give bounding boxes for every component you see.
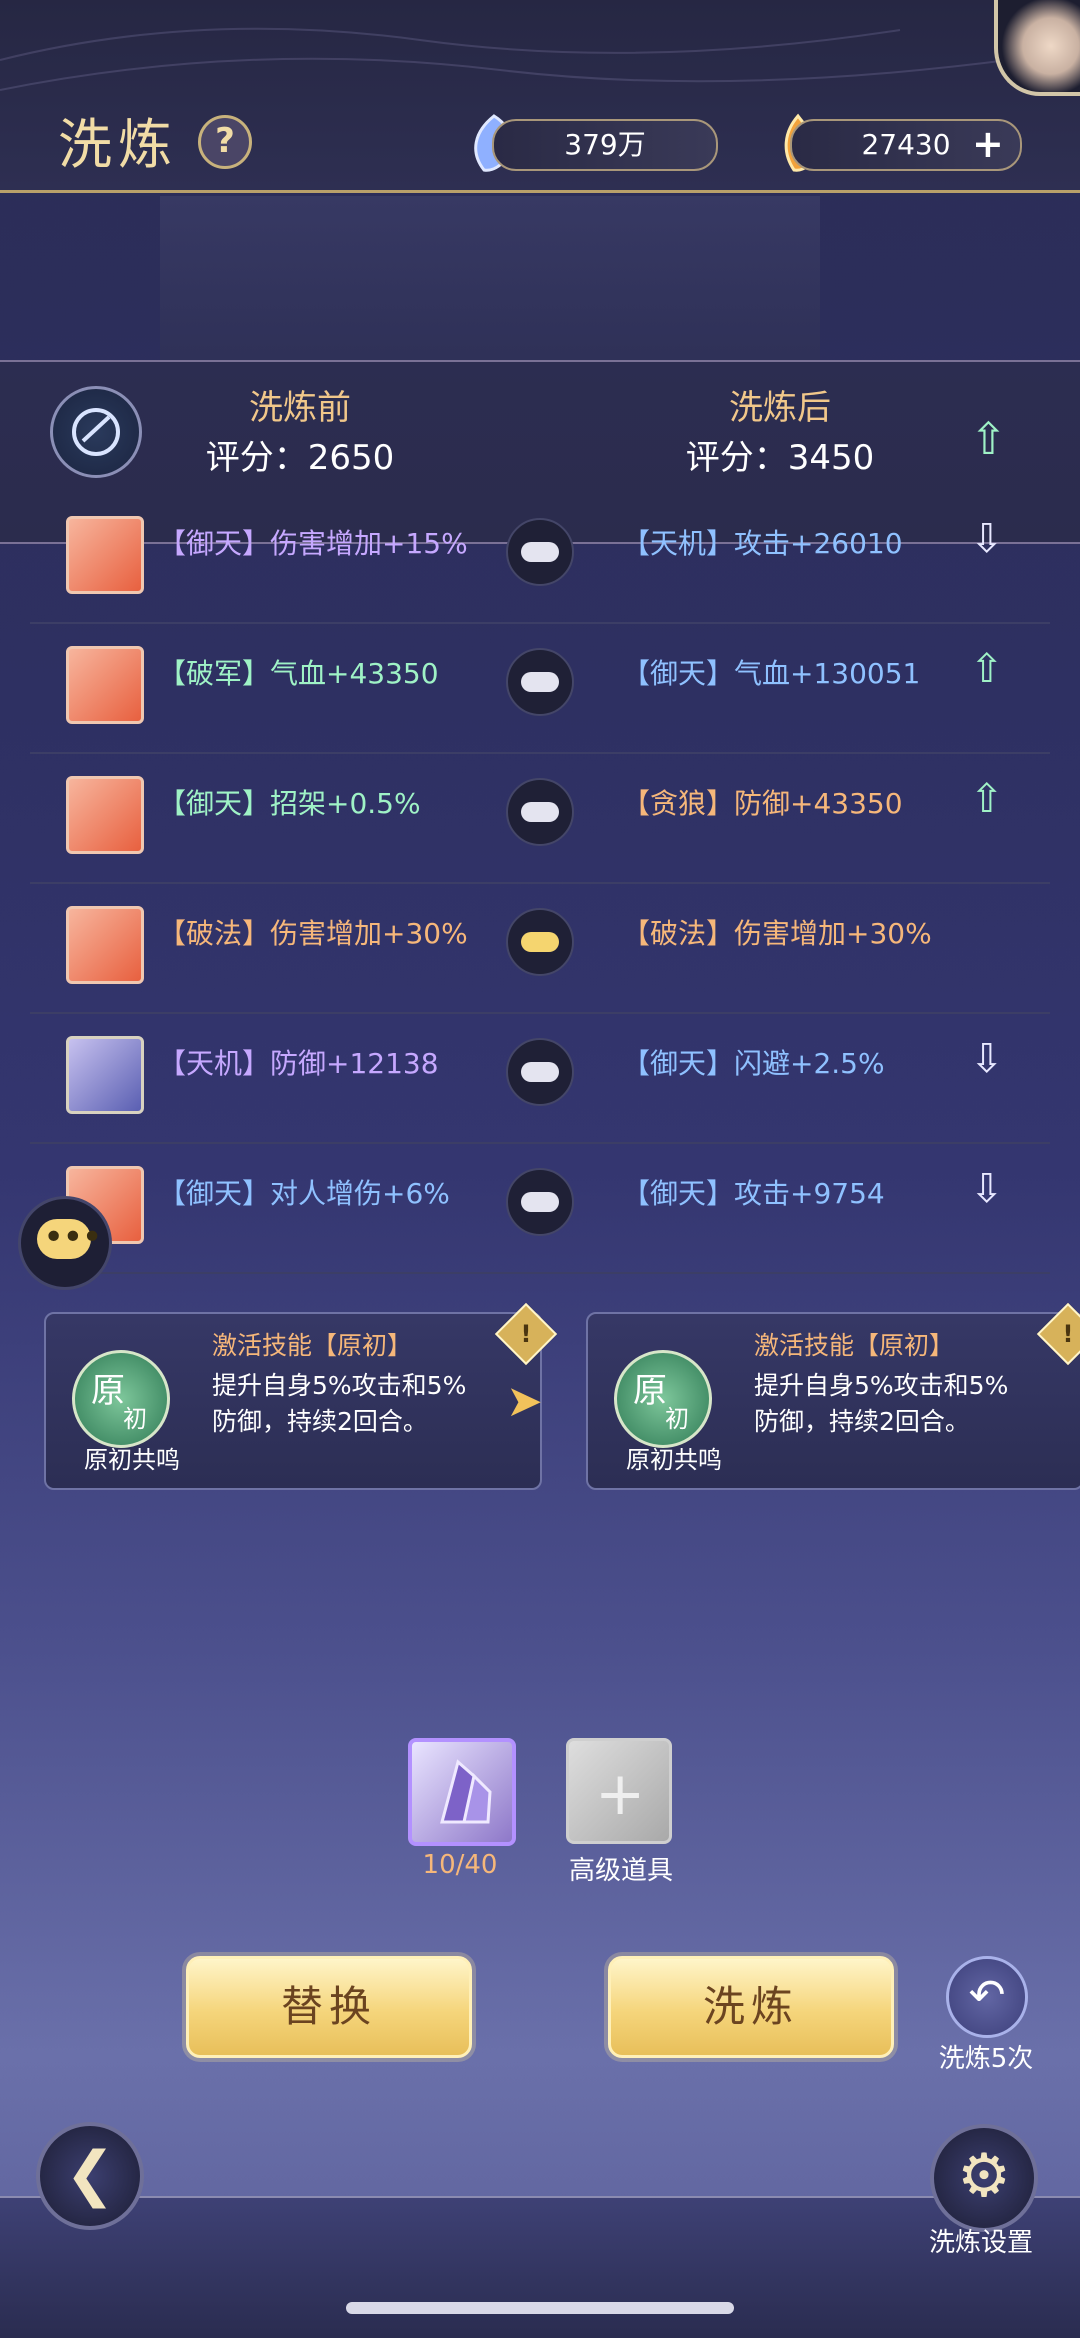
- refine-five-times-button[interactable]: ↶: [946, 1956, 1028, 2038]
- down-arrow-icon: ⇩: [970, 516, 1004, 562]
- after-attribute: 【贪狼】防御+43350: [622, 787, 903, 820]
- lock-toggle-icon[interactable]: [506, 908, 574, 976]
- lock-toggle-icon[interactable]: [506, 1038, 574, 1106]
- attribute-row: 【破军】气血+43350 【御天】气血+130051 ⇧: [30, 622, 1050, 754]
- after-attribute: 【御天】气血+130051: [622, 657, 921, 690]
- skill-description: 提升自身5%攻击和5%防御，持续2回合。: [212, 1371, 467, 1436]
- before-attribute: 【御天】对人增伤+6%: [158, 1177, 450, 1210]
- equipment-emblem-icon: [50, 386, 142, 478]
- resonance-skill-icon: 原初: [614, 1350, 712, 1448]
- before-label: 洗炼前: [249, 388, 351, 428]
- chat-button[interactable]: •••: [18, 1196, 112, 1290]
- skill-name: 原初共鸣: [626, 1446, 722, 1474]
- before-attribute: 【破军】气血+43350: [158, 657, 439, 690]
- help-button[interactable]: ?: [198, 115, 252, 169]
- up-arrow-icon: ⇧: [970, 776, 1004, 822]
- attribute-row: 【御天】招架+0.5% 【贪狼】防御+43350 ⇧: [30, 752, 1050, 884]
- transition-arrow-icon: ➤: [506, 1376, 543, 1427]
- back-arrow-icon: ❮: [64, 2139, 116, 2209]
- back-button[interactable]: ❮: [36, 2122, 144, 2230]
- info-diamond-icon[interactable]: !: [494, 1302, 558, 1366]
- after-attribute: 【御天】攻击+9754: [622, 1177, 885, 1210]
- skill-card-after: 原初 原初共鸣 激活技能【原初】 提升自身5%攻击和5%防御，持续2回合。 !: [586, 1302, 1080, 1490]
- lock-toggle-icon[interactable]: [506, 518, 574, 586]
- before-score: 评分：2650: [205, 438, 395, 478]
- refine-settings-label: 洗炼设置: [928, 2228, 1033, 2258]
- attribute-row: 【破法】伤害增加+30% 【破法】伤害增加+30%: [30, 882, 1050, 1014]
- bottom-bar: [0, 2196, 1080, 2338]
- attribute-icon: [66, 906, 144, 984]
- lock-toggle-icon[interactable]: [506, 648, 574, 716]
- before-attribute: 【破法】伤害增加+30%: [158, 917, 468, 950]
- advanced-item-slot[interactable]: +: [566, 1738, 672, 1844]
- attribute-icon: [66, 646, 144, 724]
- add-item-icon: +: [595, 1759, 646, 1829]
- after-label: 洗炼后: [729, 388, 831, 428]
- undo-arrow-icon: ↶: [968, 1970, 1006, 2021]
- after-attribute: 【破法】伤害增加+30%: [622, 917, 932, 950]
- refine-settings-button[interactable]: ⚙: [930, 2124, 1038, 2232]
- home-indicator[interactable]: [346, 2302, 734, 2314]
- attribute-row: 【御天】对人增伤+6% 【御天】攻击+9754 ⇩: [30, 1142, 1050, 1274]
- attribute-row: 【天机】防御+12138 【御天】闪避+2.5% ⇩: [30, 1012, 1050, 1144]
- currency-silver-amount: 379万: [492, 119, 718, 171]
- skill-card-before: 原初 原初共鸣 激活技能【原初】 提升自身5%攻击和5%防御，持续2回合。 !: [44, 1302, 558, 1490]
- skill-description: 提升自身5%攻击和5%防御，持续2回合。: [754, 1371, 1009, 1436]
- skill-title: 激活技能【原初】: [754, 1331, 955, 1360]
- attribute-icon: [66, 776, 144, 854]
- gear-icon: ⚙: [957, 2141, 1011, 2211]
- down-arrow-icon: ⇩: [970, 1036, 1004, 1082]
- advanced-item-label: 高级道具: [568, 1856, 673, 1886]
- chat-bubble-icon: •••: [43, 1217, 103, 1258]
- after-attribute: 【天机】攻击+26010: [622, 527, 903, 560]
- before-attribute: 【御天】招架+0.5%: [158, 787, 421, 820]
- before-attribute: 【天机】防御+12138: [158, 1047, 439, 1080]
- player-avatar[interactable]: [994, 0, 1080, 96]
- lock-toggle-icon[interactable]: [506, 778, 574, 846]
- after-score: 评分：3450: [685, 438, 875, 478]
- refine-button[interactable]: 洗炼: [608, 1956, 894, 2058]
- lock-toggle-icon[interactable]: [506, 1168, 574, 1236]
- page-title: 洗炼: [58, 113, 178, 176]
- after-attribute: 【御天】闪避+2.5%: [622, 1047, 885, 1080]
- attribute-row: 【御天】伤害增加+15% 【天机】攻击+26010 ⇩: [30, 492, 1050, 624]
- before-attribute: 【御天】伤害增加+15%: [158, 527, 468, 560]
- skill-title: 激活技能【原初】: [212, 1331, 413, 1360]
- crystal-icon: [440, 1759, 492, 1824]
- attribute-icon: [66, 516, 144, 594]
- equipment-banner: [160, 196, 820, 366]
- resonance-skill-icon: 原初: [72, 1350, 170, 1448]
- item-count: 10/40: [422, 1850, 498, 1880]
- up-arrow-icon: ⇧: [970, 646, 1004, 692]
- refine-five-times-label: 洗炼5次: [938, 2044, 1034, 2074]
- attribute-icon: [66, 1036, 144, 1114]
- refine-stone-item[interactable]: [408, 1738, 516, 1846]
- info-diamond-icon[interactable]: !: [1036, 1302, 1080, 1366]
- score-up-arrow-icon: ⇧: [970, 414, 1007, 465]
- skill-name: 原初共鸣: [84, 1446, 180, 1474]
- down-arrow-icon: ⇩: [970, 1166, 1004, 1212]
- replace-button[interactable]: 替换: [186, 1956, 472, 2058]
- add-currency-button[interactable]: +: [972, 122, 1004, 166]
